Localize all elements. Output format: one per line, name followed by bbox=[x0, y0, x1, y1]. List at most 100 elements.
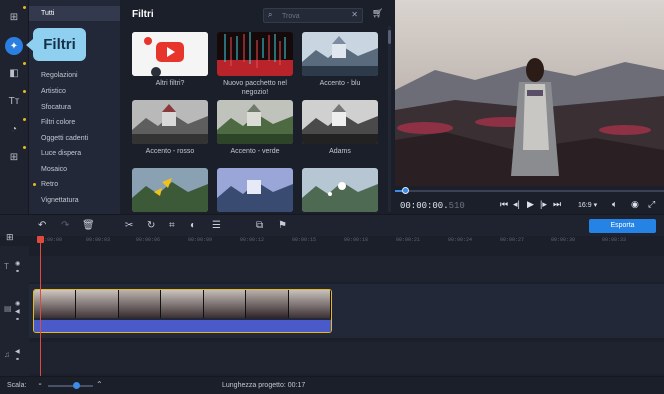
titles-icon[interactable]: Tт bbox=[5, 90, 26, 110]
category-label: Oggetti cadenti bbox=[41, 135, 89, 142]
filter-tile[interactable] bbox=[302, 32, 378, 76]
color-adjust-icon[interactable]: ◐ bbox=[190, 220, 196, 231]
ruler-tick: 00:00:27 bbox=[500, 237, 525, 243]
title-track-icon: T bbox=[4, 262, 9, 271]
cut-icon[interactable]: ✂ bbox=[125, 220, 133, 231]
overlay-icon[interactable]: ⧉ bbox=[256, 220, 263, 231]
playhead-handle[interactable] bbox=[37, 236, 44, 243]
link-icon[interactable]: ⚭ bbox=[15, 268, 20, 275]
speaker-icon[interactable]: ◀ bbox=[15, 348, 20, 355]
import-icon[interactable]: ⊞ bbox=[5, 6, 26, 26]
search-icon: ⌕ bbox=[268, 10, 273, 19]
ruler-tick: 00:00:18 bbox=[344, 237, 369, 243]
export-button[interactable]: Esporta bbox=[589, 219, 656, 233]
cart-icon[interactable]: 🛒︎ bbox=[372, 8, 383, 19]
music-track[interactable] bbox=[29, 342, 664, 374]
filter-tile[interactable] bbox=[132, 100, 208, 144]
filter-tile[interactable] bbox=[132, 32, 208, 76]
step-back-icon[interactable]: ◂| bbox=[513, 199, 520, 210]
link-icon[interactable]: ⚭ bbox=[15, 356, 20, 363]
ruler-tick: 00:00:24 bbox=[448, 237, 473, 243]
category-item[interactable]: Mosaico bbox=[29, 162, 120, 177]
search-input[interactable] bbox=[282, 11, 344, 21]
category-item[interactable]: Sfocatura bbox=[29, 100, 120, 115]
ruler-tick: 00:00:15 bbox=[292, 237, 317, 243]
category-label: Filtri colore bbox=[41, 119, 76, 126]
ruler-tick: 00:00:03 bbox=[86, 237, 111, 243]
filter-tile[interactable] bbox=[217, 168, 293, 212]
castle-adams-thumbnail bbox=[302, 100, 378, 144]
fullscreen-icon[interactable]: ⤢ bbox=[648, 199, 655, 210]
video-clip[interactable] bbox=[33, 289, 332, 333]
marker-icon[interactable]: ⚑ bbox=[278, 220, 287, 231]
zoom-in-icon[interactable]: ⌃ bbox=[96, 380, 103, 389]
stickers-icon[interactable]: ◔ bbox=[5, 118, 26, 138]
category-label: Luce dispera bbox=[41, 150, 82, 157]
clip-thumbnails bbox=[34, 290, 331, 318]
track-headers: ⊞ T ◉ ⚭ ▤ ◉ ◀ ⚭ ♫ ◀ ⚭ bbox=[0, 232, 29, 376]
category-label: Retro bbox=[41, 181, 59, 188]
rotate-icon[interactable]: ↻ bbox=[147, 220, 155, 231]
category-item[interactable]: Luce dispera bbox=[29, 146, 120, 161]
filter-tile[interactable] bbox=[217, 100, 293, 144]
step-forward-icon[interactable]: |▸ bbox=[540, 199, 547, 210]
zoom-handle[interactable] bbox=[73, 382, 80, 389]
category-item[interactable]: Artistico bbox=[29, 84, 120, 99]
redo-icon[interactable]: ↷ bbox=[61, 220, 69, 231]
snapshot-icon[interactable]: ◉ bbox=[631, 199, 639, 210]
scale-label: Scala: bbox=[7, 382, 27, 389]
play-icon[interactable]: ▶ bbox=[527, 199, 534, 210]
panel-scrollbar[interactable] bbox=[388, 26, 391, 212]
category-label: Regolazioni bbox=[41, 72, 78, 79]
undo-icon[interactable]: ↶ bbox=[38, 220, 46, 231]
category-item[interactable]: Regolazioni bbox=[29, 68, 120, 83]
youtube-thumbnail bbox=[132, 32, 208, 76]
eye-icon[interactable]: ◉ bbox=[15, 300, 20, 307]
zoom-out-icon[interactable]: ⁃ bbox=[38, 380, 42, 389]
transitions-icon[interactable]: ◧ bbox=[5, 62, 26, 82]
search-box[interactable]: ⌕ ✕ bbox=[263, 8, 363, 23]
category-item[interactable]: Tutti bbox=[29, 6, 120, 21]
filter-tile[interactable] bbox=[217, 32, 293, 76]
aspect-ratio-select[interactable]: 16:9 ▾ bbox=[578, 201, 597, 209]
filter-tile[interactable] bbox=[132, 168, 208, 212]
filter-tile[interactable] bbox=[302, 100, 378, 144]
castle-red-thumbnail bbox=[132, 100, 208, 144]
link-icon[interactable]: ⚭ bbox=[15, 316, 20, 323]
delete-icon[interactable]: 🗑︎ bbox=[82, 220, 95, 231]
filters-tool-icon[interactable]: ✦ bbox=[5, 37, 23, 55]
scrollbar-thumb[interactable] bbox=[388, 30, 391, 44]
speaker-icon[interactable]: ◀ bbox=[15, 308, 20, 315]
category-item[interactable]: Retro bbox=[29, 177, 120, 192]
callout-label: Filtri bbox=[43, 36, 76, 53]
timeline-ruler[interactable]: 00:00:00 00:00:03 00:00:06 00:00:09 00:0… bbox=[0, 236, 664, 246]
tile-label: Nuovo pacchetto nel negozio! bbox=[223, 80, 287, 96]
category-item[interactable]: Oggetti cadenti bbox=[29, 131, 120, 146]
crop-icon[interactable]: ⌗ bbox=[169, 220, 175, 231]
filter-tile[interactable] bbox=[302, 168, 378, 212]
tile-label: Altri filtri? bbox=[155, 80, 185, 87]
tool-rail: ⊞ ✦ ◧ Tт ◔ ⊞ bbox=[0, 0, 29, 214]
ruler-tick: 00:00:21 bbox=[396, 237, 421, 243]
aspect-label: 16:9 bbox=[578, 202, 592, 209]
scrubber-handle[interactable] bbox=[402, 187, 409, 194]
skip-end-icon[interactable]: ⏭ bbox=[553, 199, 561, 210]
tile-label: Accento - blu bbox=[319, 80, 361, 87]
castle-snow-thumbnail bbox=[302, 168, 378, 212]
playhead[interactable] bbox=[40, 236, 41, 376]
preview-scrubber[interactable] bbox=[395, 187, 664, 194]
add-track-icon[interactable]: ⊞ bbox=[6, 232, 14, 243]
volume-icon[interactable]: 🔈︎ bbox=[612, 199, 617, 210]
category-item[interactable]: Vignettatura bbox=[29, 193, 120, 208]
status-bar: Scala: ⁃ ⌃ Lunghezza progetto: 00:17 bbox=[0, 376, 664, 394]
clear-icon[interactable]: ✕ bbox=[351, 10, 358, 19]
category-item[interactable]: Filtri colore bbox=[29, 115, 120, 130]
title-track[interactable] bbox=[29, 256, 664, 282]
settings-icon[interactable]: ☰ bbox=[212, 220, 221, 231]
castle-leaves-thumbnail bbox=[132, 168, 208, 212]
more-tools-icon[interactable]: ⊞ bbox=[5, 146, 26, 166]
skip-start-icon[interactable]: ⏮ bbox=[500, 199, 508, 210]
eye-icon[interactable]: ◉ bbox=[15, 260, 20, 267]
zoom-slider[interactable] bbox=[48, 385, 93, 387]
tile-label: Adams bbox=[329, 148, 351, 155]
